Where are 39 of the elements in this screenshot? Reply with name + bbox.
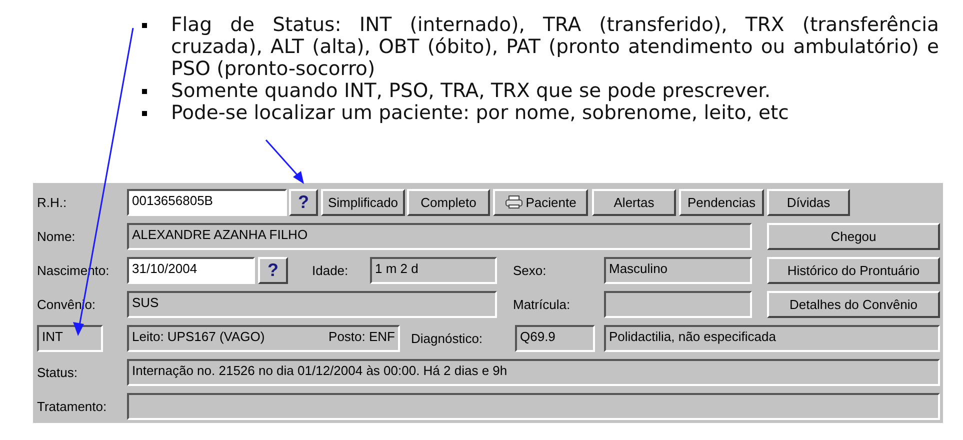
action-button[interactable]: Pendencias	[679, 188, 764, 216]
field-label: Matrícula:	[513, 296, 572, 312]
bullet-icon	[142, 23, 147, 28]
field-label: R.H.:	[37, 194, 68, 210]
post-text: Posto: ENF	[328, 328, 395, 346]
field-label: Status:	[37, 364, 78, 380]
field-label: Idade:	[312, 262, 350, 278]
print-button[interactable]: Paciente	[493, 188, 588, 216]
readonly-field: 1 m 2 d	[370, 256, 497, 284]
action-button[interactable]: Detalhes do Convênio	[767, 290, 940, 318]
readonly-field: Internação no. 21526 no dia 01/12/2004 às 00:00. Há 2 dias e 9h	[127, 358, 940, 386]
field-label: Sexo:	[513, 262, 548, 278]
bullet-text: Pode-se localizar um paciente: por nome, sobrenome, leito, etc	[171, 102, 790, 124]
field-label: Diagnóstico:	[411, 330, 484, 346]
input-field[interactable]: 0013656805B	[127, 188, 287, 216]
printer-icon	[504, 195, 523, 209]
readonly-field: Polidactilia, não especificada	[604, 324, 940, 352]
bullet-text: Flag de Status: INT (internado), TRA (transferido), TRX (transferência cruzada), ALT (alta), OBT (óbito), PAT (pronto atendimento ou ambulatório) e PSO (pronto-socorro)	[171, 14, 939, 80]
bullet-icon	[142, 111, 147, 116]
action-button[interactable]: Completo	[407, 188, 490, 216]
readonly-field: SUS	[127, 290, 497, 318]
readonly-field: ALEXANDRE AZANHA FILHO	[127, 222, 752, 250]
bullet-text: Somente quando INT, PSO, TRA, TRX que se pode prescrever.	[171, 80, 772, 102]
action-button[interactable]: Alertas	[592, 188, 676, 216]
action-button[interactable]: Histórico do Prontuário	[767, 256, 940, 284]
action-button[interactable]: Chegou	[767, 222, 940, 250]
field-label: Tratamento:	[37, 398, 108, 414]
action-button[interactable]: Simplificado	[321, 188, 405, 216]
input-field[interactable]: 31/10/2004	[127, 256, 255, 284]
pointer-arrow	[265, 140, 304, 184]
readonly-field: Masculino	[604, 256, 752, 284]
bed-text: Leito: UPS167 (VAGO)	[132, 328, 265, 346]
readonly-field: Q69.9	[515, 324, 595, 352]
lookup-button[interactable]: ?	[289, 188, 318, 216]
field-label: Nome:	[37, 228, 76, 244]
bullet-icon	[142, 89, 147, 94]
readonly-field: INT	[37, 324, 103, 352]
action-button[interactable]: Dívidas	[767, 188, 850, 216]
lookup-button[interactable]: ?	[258, 256, 288, 284]
